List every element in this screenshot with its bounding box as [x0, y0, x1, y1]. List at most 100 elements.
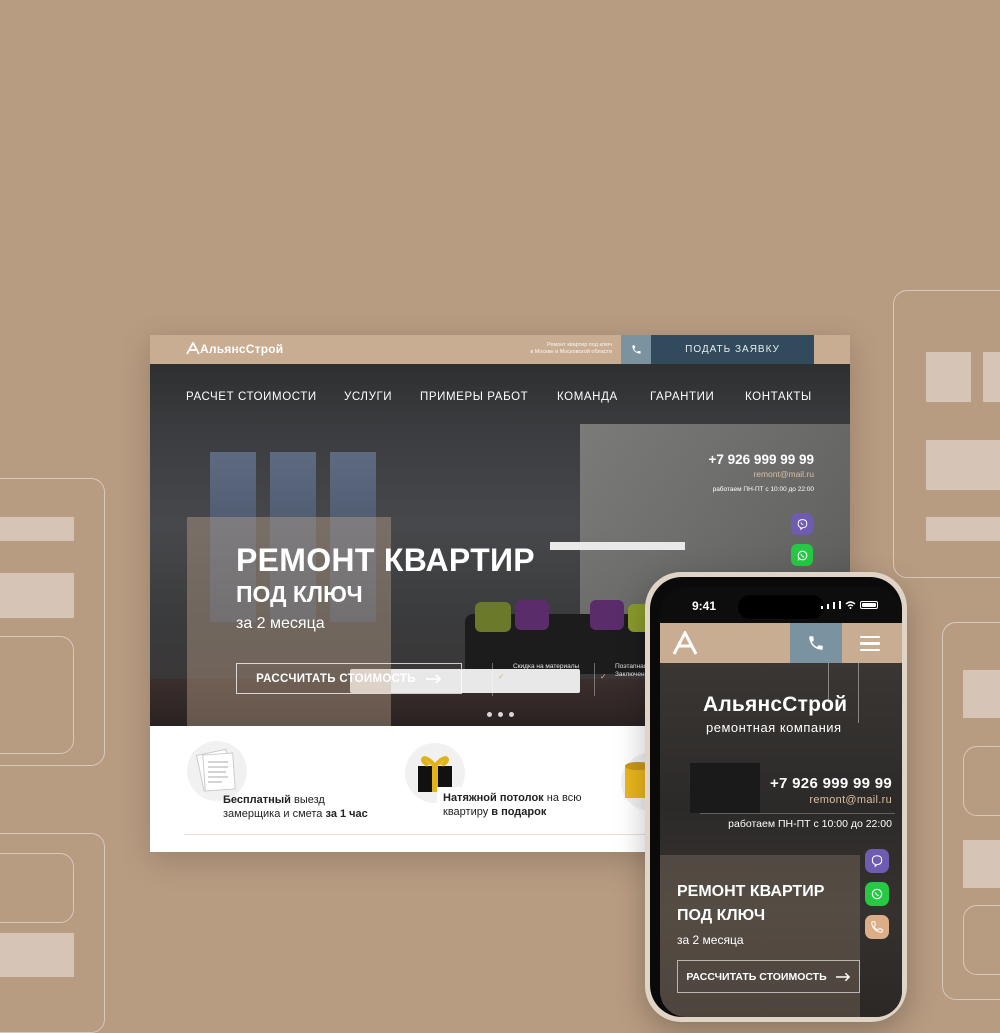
decor-frame — [0, 636, 74, 754]
decor-block — [926, 440, 1000, 490]
calculate-cost-label: РАССЧИТАТЬ СТОИМОСТЬ — [256, 672, 416, 685]
perk-discount: ✓ Скидка на материалы по сотрудничеству … — [492, 663, 594, 696]
viber-icon — [797, 518, 807, 531]
hero-photo-pillow — [475, 602, 511, 632]
mobile-hero-title: РЕМОНТ КВАРТИР — [677, 883, 825, 900]
nav-item-guarantees[interactable]: ГАРАНТИИ — [650, 391, 714, 403]
mobile-contact-phone[interactable]: +7 926 999 99 99 — [770, 775, 892, 792]
viber-button[interactable] — [791, 513, 813, 535]
feature-bold: в подарок — [491, 806, 547, 818]
arrow-right-icon — [425, 673, 441, 684]
decor-frame — [0, 853, 74, 923]
slider-dot[interactable] — [487, 712, 492, 717]
phone-button[interactable] — [621, 335, 651, 364]
perk-line: по сотрудничеству с — [513, 671, 575, 678]
call-icon — [871, 921, 883, 933]
hero-term: за 2 месяца — [236, 615, 325, 632]
header-tagline: Ремонт квартир под ключ в Москве и Моско… — [462, 342, 612, 356]
hamburger-menu-icon[interactable] — [860, 636, 880, 655]
phone-bezel: 9:41 АльянсСтрой ремонтная компания +7 9… — [650, 577, 902, 1017]
phone-screen: 9:41 АльянсСтрой ремонтная компания +7 9… — [660, 587, 902, 1017]
nav-item-services[interactable]: УСЛУГИ — [344, 391, 392, 403]
mobile-hero-term: за 2 месяца — [677, 933, 744, 947]
perk-payment: ✓ Поэтапная оплата. Заключение договора — [594, 663, 650, 696]
whatsapp-icon — [871, 888, 883, 900]
check-icon: ✓ — [600, 672, 607, 681]
slider-dot[interactable] — [498, 712, 503, 717]
mobile-hero-subtitle: ПОД КЛЮЧ — [677, 907, 766, 924]
viber-button[interactable] — [865, 849, 889, 873]
nav-item-portfolio[interactable]: ПРИМЕРЫ РАБОТ — [420, 391, 528, 403]
tagline-line: в Москве и Московской области — [530, 349, 612, 355]
contact-divider — [700, 813, 895, 814]
nav-item-contacts[interactable]: КОНТАКТЫ — [745, 391, 812, 403]
decor-block — [963, 840, 1000, 888]
whatsapp-icon — [797, 550, 807, 561]
mobile-logo-text: АльянсСтрой — [703, 693, 848, 716]
hero-photo-lamp — [858, 663, 859, 723]
decor-block — [0, 933, 74, 977]
contact-phone[interactable]: +7 926 999 99 99 — [709, 452, 814, 467]
slider-dot[interactable] — [509, 712, 514, 717]
perk-line: партнерами — [513, 679, 550, 686]
status-bar: 9:41 — [660, 587, 902, 623]
mobile-contact-email[interactable]: remont@mail.ru — [809, 794, 892, 806]
calculate-cost-button[interactable]: РАССЧИТАТЬ СТОИМОСТЬ — [236, 663, 462, 694]
contact-hours: работаем ПН-ПТ с 10:00 до 22:00 — [712, 486, 814, 493]
tagline-line: Ремонт квартир под ключ — [546, 342, 612, 348]
feature-text: выезд — [290, 794, 325, 806]
decor-block — [963, 670, 1000, 718]
logo-text[interactable]: АльянсСтрой — [200, 342, 283, 356]
feature-ceiling-gift: Натяжной потолок на всю квартиру в подар… — [437, 787, 588, 823]
mobile-hero: АльянсСтрой ремонтная компания +7 926 99… — [660, 663, 902, 1017]
feature-text: на всю — [543, 792, 582, 804]
decor-block — [0, 517, 74, 541]
decor-block — [926, 517, 1000, 541]
whatsapp-button[interactable] — [791, 544, 813, 566]
apply-button[interactable]: ПОДАТЬ ЗАЯВКУ — [651, 335, 814, 364]
phone-icon — [631, 345, 641, 354]
battery-icon — [860, 601, 878, 609]
feature-text: квартиру — [443, 806, 492, 818]
hero-photo-pillow — [590, 600, 624, 630]
contact-email[interactable]: remont@mail.ru — [753, 469, 814, 479]
mobile-logo-subtitle: ремонтная компания — [706, 720, 842, 735]
hero-subtitle: ПОД КЛЮЧ — [236, 581, 363, 607]
feature-free-visit: Бесплатный выезд замерщика и смета за 1 … — [223, 793, 368, 821]
nav-item-team[interactable]: КОМАНДА — [557, 391, 618, 403]
feature-bold: за 1 час — [325, 808, 368, 820]
mobile-calculate-cost-button[interactable]: РАССЧИТАТЬ СТОИМОСТЬ — [677, 960, 860, 993]
top-bar: АльянсСтрой Ремонт квартир под ключ в Мо… — [150, 335, 850, 364]
call-back-button[interactable] — [865, 915, 889, 939]
decor-block — [983, 352, 1000, 402]
arrow-right-icon — [835, 972, 850, 981]
phone-mockup: 9:41 АльянсСтрой ремонтная компания +7 9… — [645, 572, 907, 1022]
nav-item-calculation[interactable]: РАСЧЕТ СТОИМОСТИ — [186, 391, 317, 403]
mobile-header — [660, 623, 902, 663]
perk-line: Скидка на материалы — [513, 663, 580, 670]
phone-icon — [809, 636, 823, 650]
slider-dots — [487, 712, 514, 717]
hero-title: РЕМОНТ КВАРТИР — [236, 542, 535, 578]
dynamic-island — [738, 595, 824, 619]
hero-photo-tv — [690, 763, 760, 813]
feature-text: замерщика и смета — [223, 808, 326, 820]
calculate-cost-label: РАССЧИТАТЬ СТОИМОСТЬ — [686, 970, 827, 983]
decor-block — [926, 352, 971, 402]
decor-frame — [963, 905, 1000, 975]
hero-photo-shelf — [550, 542, 685, 550]
whatsapp-button[interactable] — [865, 882, 889, 906]
decor-block — [0, 573, 74, 618]
decor-frame — [963, 746, 1000, 816]
hero-photo-pillow — [515, 600, 549, 630]
viber-icon — [871, 855, 883, 868]
feature-bold: Натяжной потолок — [443, 792, 544, 804]
mobile-contact-hours: работаем ПН-ПТ с 10:00 до 22:00 — [728, 818, 892, 830]
wifi-icon — [845, 601, 856, 609]
call-button[interactable] — [790, 623, 842, 663]
logo-icon — [186, 342, 200, 355]
feature-bold: Бесплатный — [223, 794, 291, 806]
signal-icon — [821, 601, 878, 609]
status-time: 9:41 — [692, 599, 717, 613]
logo-icon[interactable] — [672, 631, 698, 655]
